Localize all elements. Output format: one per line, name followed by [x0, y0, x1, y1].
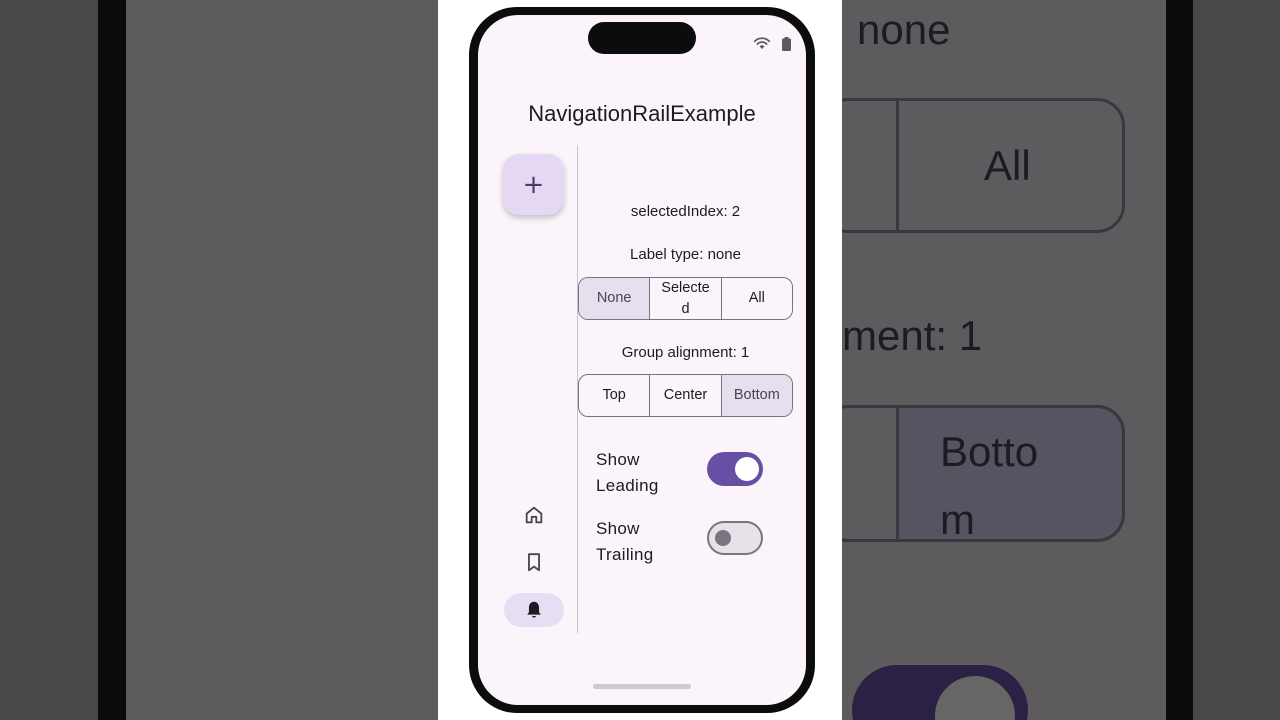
- app-screen: NavigationRailExample + selectedIndex: 2…: [478, 15, 806, 705]
- segment-selected[interactable]: Selected: [649, 278, 720, 319]
- backdrop-label-type-segment: [820, 98, 1125, 233]
- home-indicator[interactable]: [593, 684, 691, 689]
- dynamic-island: [588, 22, 696, 54]
- rail-destination-notifications[interactable]: [504, 593, 564, 627]
- show-trailing-label: Show Trailing: [596, 519, 654, 564]
- switch-thumb: [715, 530, 731, 546]
- segment-top[interactable]: Top: [579, 375, 649, 416]
- backdrop-seg-bottom: Botto m: [940, 428, 1039, 543]
- segment-bottom[interactable]: Bottom: [720, 375, 792, 416]
- app-bar-title: NavigationRailExample: [528, 101, 756, 126]
- rail-destination-bookmark[interactable]: [504, 545, 564, 579]
- backdrop-right-margin: [1193, 0, 1280, 720]
- group-alignment-segmented-button: Top Center Bottom: [578, 374, 793, 417]
- show-leading-label: Show Leading: [596, 450, 659, 495]
- backdrop-seg-all: All: [984, 142, 1031, 189]
- segment-center[interactable]: Center: [649, 375, 720, 416]
- backdrop-segment-divider: [896, 100, 899, 231]
- backdrop-phone-frame-left: [98, 0, 126, 720]
- selected-index-text: selectedIndex: 2: [630, 203, 741, 220]
- show-trailing-switch[interactable]: [707, 521, 763, 555]
- battery-icon: [782, 37, 791, 51]
- home-icon: [525, 506, 543, 524]
- backdrop-alignment-text: ment: 1: [842, 312, 983, 359]
- backdrop-left-margin: [0, 0, 98, 720]
- add-icon: +: [522, 169, 545, 200]
- backdrop-label-type-text: none: [857, 6, 951, 53]
- show-leading-switch[interactable]: [707, 452, 763, 486]
- segment-none[interactable]: None: [579, 278, 650, 319]
- notifications-icon: [527, 601, 541, 618]
- label-type-text: Label type: none: [630, 246, 741, 263]
- segment-all[interactable]: All: [720, 278, 792, 319]
- wifi-icon: [753, 37, 771, 49]
- switch-thumb: [735, 457, 759, 481]
- label-type-segmented-button: None Selected All: [578, 277, 793, 320]
- bookmark-icon: [528, 553, 540, 572]
- group-alignment-text: Group alignment: 1: [621, 344, 750, 361]
- backdrop-phone-frame-right: [1166, 0, 1193, 720]
- rail-destination-home[interactable]: [504, 498, 564, 532]
- backdrop-segment-divider-2: [896, 407, 899, 540]
- add-fab-button[interactable]: +: [503, 154, 564, 215]
